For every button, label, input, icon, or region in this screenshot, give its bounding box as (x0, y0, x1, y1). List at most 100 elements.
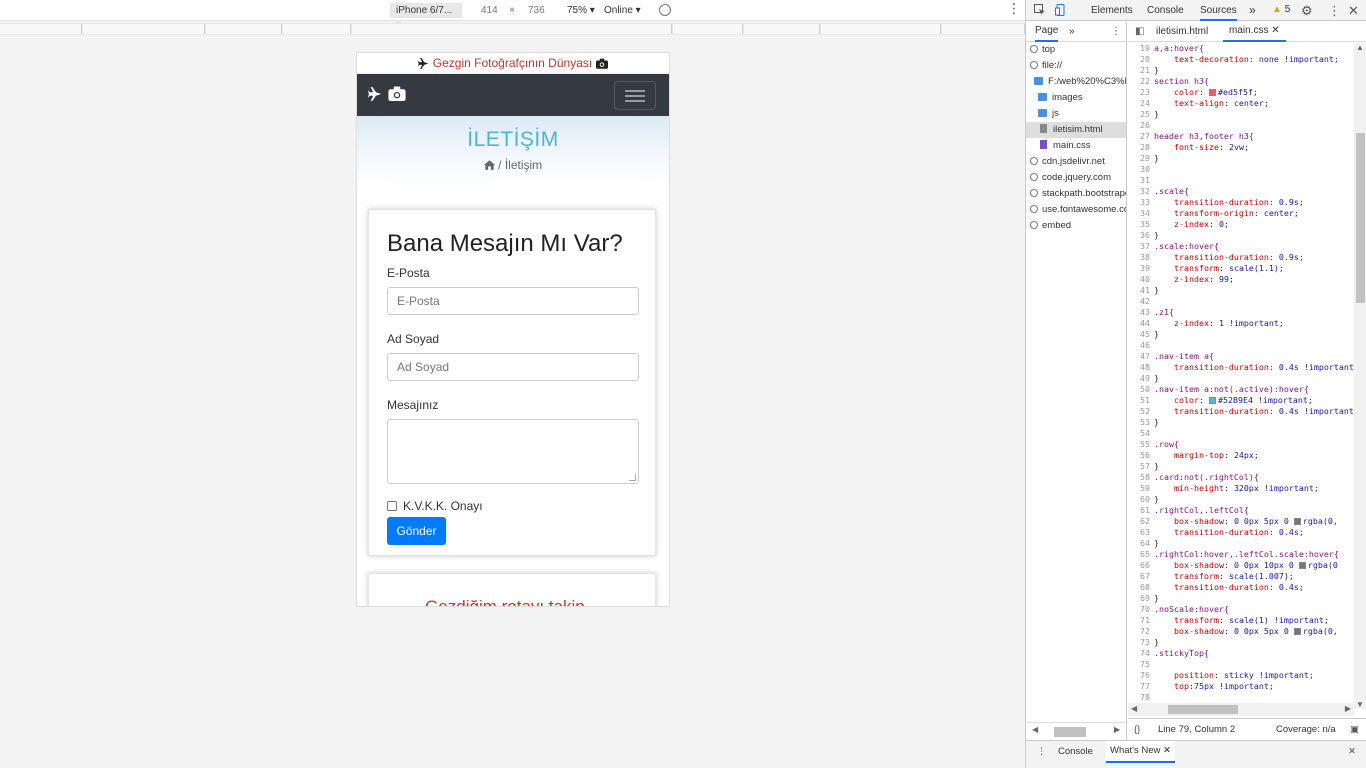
code-text: } (1154, 109, 1159, 119)
navbar-brand[interactable] (368, 86, 407, 106)
code-text: box-shadow: 0 0px 5px 0 rgba(0, (1173, 626, 1338, 636)
line-number: 23 (1140, 87, 1150, 97)
code-line: 44 z-index: 1 !important; (1128, 318, 1354, 329)
file-tree-item[interactable]: images (1026, 90, 1126, 106)
line-number: 65 (1140, 549, 1150, 559)
code-line: 39 transform: scale(1.1); (1128, 263, 1354, 274)
device-toggle-icon[interactable] (1055, 4, 1067, 16)
scrollbar-thumb[interactable] (1054, 727, 1086, 737)
code-text: position: sticky !important; (1173, 670, 1314, 680)
editor-horizontal-scrollbar[interactable]: ◀ ▶ (1128, 703, 1354, 716)
name-field[interactable]: Ad Soyad (387, 353, 639, 381)
file-tree-item[interactable]: F:/web%20%C3%B6 (1026, 74, 1126, 90)
code-editor: ◧ iletisim.html main.css ✕ 19 a,a:hover{2… (1128, 22, 1366, 718)
navigator-scrollbar[interactable]: ◀ ▶ (1026, 722, 1126, 740)
device-select[interactable]: iPhone 6/7... ▾ (390, 3, 462, 31)
tab-sources[interactable]: Sources (1200, 0, 1237, 21)
line-number: 69 (1140, 593, 1150, 603)
media-query-ruler[interactable] (0, 23, 1025, 35)
code-line: 67 transform: scale(1.007); (1128, 571, 1354, 582)
more-tabs-icon[interactable]: » (1249, 0, 1256, 21)
close-tab-icon[interactable]: ✕ (1271, 25, 1279, 36)
scroll-right-icon[interactable]: ▶ (1345, 704, 1351, 713)
email-field[interactable]: E-Posta (387, 287, 639, 315)
line-number: 26 (1140, 120, 1150, 130)
line-number: 21 (1140, 65, 1150, 75)
line-number: 55 (1140, 439, 1150, 449)
submit-button[interactable]: Gönder (387, 517, 446, 545)
editor-vertical-scrollbar[interactable]: ▲ ▼ (1354, 43, 1366, 709)
more-tabs-icon[interactable]: » (1069, 22, 1075, 42)
file-tree-item[interactable]: js (1026, 106, 1126, 122)
editor-tab-html[interactable]: iletisim.html (1156, 22, 1208, 42)
frame-icon (1030, 45, 1038, 53)
message-textarea[interactable] (387, 419, 639, 484)
file-tree-item[interactable]: use.fontawesome.com (1026, 202, 1126, 218)
scrollbar-thumb[interactable] (1168, 705, 1238, 714)
more-options-icon[interactable]: ⋮ (1328, 0, 1341, 21)
viewport-height-input[interactable]: 736 (528, 3, 545, 18)
network-throttle-select[interactable]: Online ▾ (604, 3, 641, 18)
inspect-element-icon[interactable] (1034, 4, 1046, 16)
file-tree-item[interactable]: iletisim.html (1026, 122, 1126, 138)
code-line: 77 top:75px !important; (1128, 681, 1354, 692)
code-line: 72 box-shadow: 0 0px 5px 0 rgba(0, (1128, 626, 1354, 637)
navbar-toggler-button[interactable] (614, 81, 656, 110)
file-tree-label: main.css (1053, 140, 1091, 151)
tab-console[interactable]: Console (1147, 0, 1184, 21)
drawer-tab-whats-new[interactable]: What's New ✕ (1106, 741, 1175, 763)
scroll-down-icon[interactable]: ▼ (1356, 700, 1364, 709)
code-lines[interactable]: 19 a,a:hover{20 text-decoration: none !im… (1128, 43, 1354, 709)
code-text: box-shadow: 0 0px 5px 0 rgba(0, (1173, 516, 1338, 526)
tab-elements[interactable]: Elements (1091, 0, 1133, 21)
code-line: 56 margin-top: 24px; (1128, 450, 1354, 461)
file-tree-item[interactable]: file:// (1026, 58, 1126, 74)
code-text: .z1{ (1154, 307, 1174, 317)
file-tree-item[interactable]: embed (1026, 218, 1126, 234)
folder-icon (1038, 109, 1047, 117)
drawer-menu-icon[interactable]: ⋮ (1037, 741, 1047, 763)
more-options-icon[interactable]: ⋮ (1007, 1, 1021, 16)
pretty-print-icon[interactable]: {} (1134, 719, 1140, 741)
tab-page[interactable]: Page (1035, 22, 1059, 42)
line-number: 70 (1140, 604, 1150, 614)
code-line: 54 (1128, 428, 1354, 439)
kvkk-checkbox[interactable] (387, 501, 397, 511)
drawer-tab-label: What's New (1110, 745, 1161, 756)
code-line: 75 (1128, 659, 1354, 670)
toggle-navigator-icon[interactable]: ◧ (1135, 22, 1144, 42)
scroll-left-icon[interactable]: ◀ (1032, 725, 1038, 734)
kvkk-label[interactable]: K.V.K.K. Onayı (403, 499, 483, 513)
file-tree-item[interactable]: top (1026, 42, 1126, 58)
file-tree-item[interactable]: stackpath.bootstrapcd (1026, 186, 1126, 202)
settings-icon[interactable]: ⚙ (1301, 0, 1313, 21)
navigator-menu-icon[interactable]: ⋮ (1111, 22, 1121, 42)
home-icon[interactable] (483, 160, 495, 170)
scroll-right-icon[interactable]: ▶ (1114, 725, 1120, 734)
rotate-icon[interactable] (659, 4, 671, 16)
code-line: 48 transition-duration: 0.4s !important; (1128, 362, 1354, 373)
file-tree-item[interactable]: cdn.jsdelivr.net (1026, 154, 1126, 170)
close-drawer-icon[interactable]: ✕ (1348, 741, 1356, 763)
close-icon[interactable]: ✕ (1348, 0, 1359, 21)
coverage-icon[interactable]: ▣ (1350, 719, 1359, 741)
warnings-badge[interactable]: ▲ 5 (1272, 4, 1290, 15)
editor-tab-css[interactable]: main.css ✕ (1223, 22, 1286, 42)
file-tree-item[interactable]: main.css (1026, 138, 1126, 154)
file-tree-item[interactable]: code.jquery.com (1026, 170, 1126, 186)
code-line: 65 .rightCol:hover,.leftCol.scale:hover{ (1128, 549, 1354, 560)
code-text: } (1154, 417, 1159, 427)
camera-icon (595, 58, 608, 69)
scrollbar-thumb[interactable] (1356, 133, 1365, 303)
code-text: } (1154, 329, 1159, 339)
scroll-up-icon[interactable]: ▲ (1356, 43, 1364, 52)
camera-icon (388, 86, 407, 101)
drawer-tab-console[interactable]: Console (1058, 741, 1093, 763)
viewport-width-input[interactable]: 414 (481, 3, 498, 18)
code-line: 28 font-size: 2vw; (1128, 142, 1354, 153)
code-line: 57} (1128, 461, 1354, 472)
zoom-select[interactable]: 75% ▾ (567, 3, 595, 18)
code-line: 59 min-height: 320px !important; (1128, 483, 1354, 494)
scroll-left-icon[interactable]: ◀ (1131, 704, 1137, 713)
line-number: 41 (1140, 285, 1150, 295)
